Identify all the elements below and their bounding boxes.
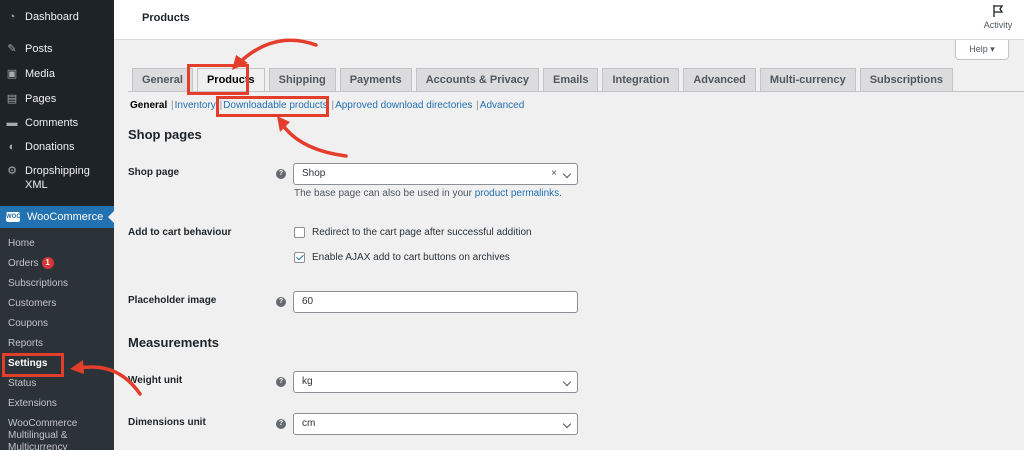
- admin-sidebar: ◔ Dashboard ✎ Posts ▣ Media ▤ Pages ▬ Comment…: [0, 0, 114, 450]
- dimensions-unit-label: Dimensions unit: [128, 417, 206, 428]
- menu-posts[interactable]: ✎ Posts: [0, 42, 114, 66]
- ajax-checkbox[interactable]: [294, 252, 305, 263]
- subsection-inventory[interactable]: Inventory: [175, 100, 216, 111]
- weight-unit-label: Weight unit: [128, 375, 183, 386]
- tab-subscriptions[interactable]: Subscriptions: [859, 68, 954, 91]
- help-tip-icon[interactable]: ?: [276, 419, 286, 429]
- submenu-customers[interactable]: Customers: [0, 294, 114, 314]
- redirect-option[interactable]: Redirect to the cart page after successf…: [294, 227, 532, 238]
- tab-shipping[interactable]: Shipping: [268, 68, 336, 91]
- tab-integration[interactable]: Integration: [602, 68, 680, 91]
- tab-emails[interactable]: Emails: [543, 68, 599, 91]
- help-button[interactable]: Help ▾: [955, 40, 1009, 60]
- activity-label: Activity: [983, 20, 1013, 30]
- woocommerce-submenu: Home Orders 1 Subscriptions Customers Cou…: [0, 228, 114, 450]
- tab-payments[interactable]: Payments: [339, 68, 412, 91]
- submenu-settings[interactable]: Settings: [0, 354, 114, 374]
- shop-page-label: Shop page: [128, 167, 180, 178]
- submenu-coupons[interactable]: Coupons: [0, 314, 114, 334]
- tab-multi-currency[interactable]: Multi-currency: [759, 68, 856, 91]
- page-icon: ▤: [6, 93, 18, 105]
- pin-icon: ✎: [7, 43, 17, 55]
- media-icon: ▣: [6, 68, 18, 80]
- flag-icon: [993, 5, 1004, 17]
- help-tip-icon[interactable]: ?: [276, 377, 286, 387]
- weight-unit-value: kg: [302, 376, 313, 387]
- add-to-cart-label: Add to cart behaviour: [128, 227, 232, 238]
- dimensions-unit-select[interactable]: cm: [293, 413, 578, 435]
- menu-woocommerce[interactable]: WOO WooCommerce: [0, 206, 114, 228]
- placeholder-image-input[interactable]: 60: [293, 291, 578, 313]
- chevron-down-icon: [562, 169, 572, 179]
- top-header: Products Activity: [114, 0, 1024, 40]
- shop-page-select[interactable]: Shop ×: [293, 163, 578, 185]
- comment-icon: ▬: [6, 117, 18, 129]
- menu-media[interactable]: ▣ Media: [0, 67, 114, 91]
- arrowhead-downloadable: [277, 116, 290, 132]
- subsection-downloadable-products[interactable]: Downloadable products: [223, 100, 328, 111]
- menu-donations[interactable]: ◐ Donations: [0, 140, 114, 164]
- donation-icon: ◐: [8, 141, 16, 153]
- subsection-advanced[interactable]: Advanced: [480, 100, 524, 111]
- placeholder-image-label: Placeholder image: [128, 295, 217, 306]
- tab-products[interactable]: Products: [196, 68, 265, 91]
- dashboard-icon: ◔: [8, 11, 16, 23]
- clear-icon[interactable]: ×: [551, 164, 557, 184]
- orders-count-badge: 1: [41, 257, 54, 269]
- arrow-to-downloadable-products: [280, 122, 348, 158]
- subsection-approved-download-directories[interactable]: Approved download directories: [335, 100, 472, 111]
- gear-icon: ⚙: [7, 165, 17, 177]
- subsection-links: General |Inventory |Downloadable product…: [130, 100, 524, 111]
- menu-dashboard[interactable]: ◔ Dashboard: [0, 10, 114, 34]
- ajax-option-label: Enable AJAX add to cart buttons on archi…: [312, 252, 510, 263]
- page-title: Products: [142, 12, 190, 24]
- redirect-checkbox[interactable]: [294, 227, 305, 238]
- tab-accounts-privacy[interactable]: Accounts & Privacy: [415, 68, 540, 91]
- chevron-down-icon: [562, 377, 572, 387]
- menu-dropshipping-xml[interactable]: ⚙ Dropshipping XML: [0, 164, 114, 194]
- subsection-separator: |: [331, 100, 335, 111]
- settings-tabs: General Products Shipping Payments Accou…: [132, 68, 957, 91]
- weight-unit-select[interactable]: kg: [293, 371, 578, 393]
- shop-pages-heading: Shop pages: [128, 127, 202, 142]
- submenu-home[interactable]: Home: [0, 234, 114, 254]
- tabs-divider: [128, 91, 1024, 92]
- menu-pages[interactable]: ▤ Pages: [0, 92, 114, 116]
- dimensions-unit-value: cm: [302, 418, 316, 429]
- ajax-option[interactable]: Enable AJAX add to cart buttons on archi…: [294, 252, 510, 263]
- product-permalinks-link[interactable]: product permalinks: [475, 188, 559, 199]
- arrow-to-products-tab: [238, 38, 318, 64]
- subsection-separator: |: [171, 100, 174, 111]
- redirect-option-label: Redirect to the cart page after successf…: [312, 227, 532, 238]
- subsection-separator: |: [476, 100, 479, 111]
- help-tip-icon[interactable]: ?: [276, 169, 286, 179]
- subsection-separator: |: [219, 100, 223, 111]
- help-tip-icon[interactable]: ?: [276, 297, 286, 307]
- tab-advanced[interactable]: Advanced: [683, 68, 756, 91]
- measurements-heading: Measurements: [128, 335, 220, 350]
- woocommerce-logo: WOO: [6, 212, 21, 222]
- activity-button[interactable]: Activity: [978, 4, 1018, 30]
- submenu-orders[interactable]: Orders 1: [0, 254, 114, 274]
- menu-woocommerce-label: WooCommerce: [27, 211, 104, 223]
- submenu-subscriptions[interactable]: Subscriptions: [0, 274, 114, 294]
- submenu-status[interactable]: Status: [0, 374, 114, 394]
- submenu-extensions[interactable]: Extensions: [0, 394, 114, 414]
- chevron-down-icon: [562, 419, 572, 429]
- shop-page-value: Shop: [302, 168, 326, 179]
- submenu-woocommerce-multilingual[interactable]: WooCommerce Multilingual & Multicurrency: [0, 414, 100, 450]
- submenu-reports[interactable]: Reports: [0, 334, 114, 354]
- tab-general[interactable]: General: [132, 68, 193, 91]
- shop-page-description: The base page can also be used in your p…: [294, 188, 562, 199]
- subsection-general[interactable]: General: [130, 100, 167, 111]
- menu-comments[interactable]: ▬ Comments: [0, 116, 114, 140]
